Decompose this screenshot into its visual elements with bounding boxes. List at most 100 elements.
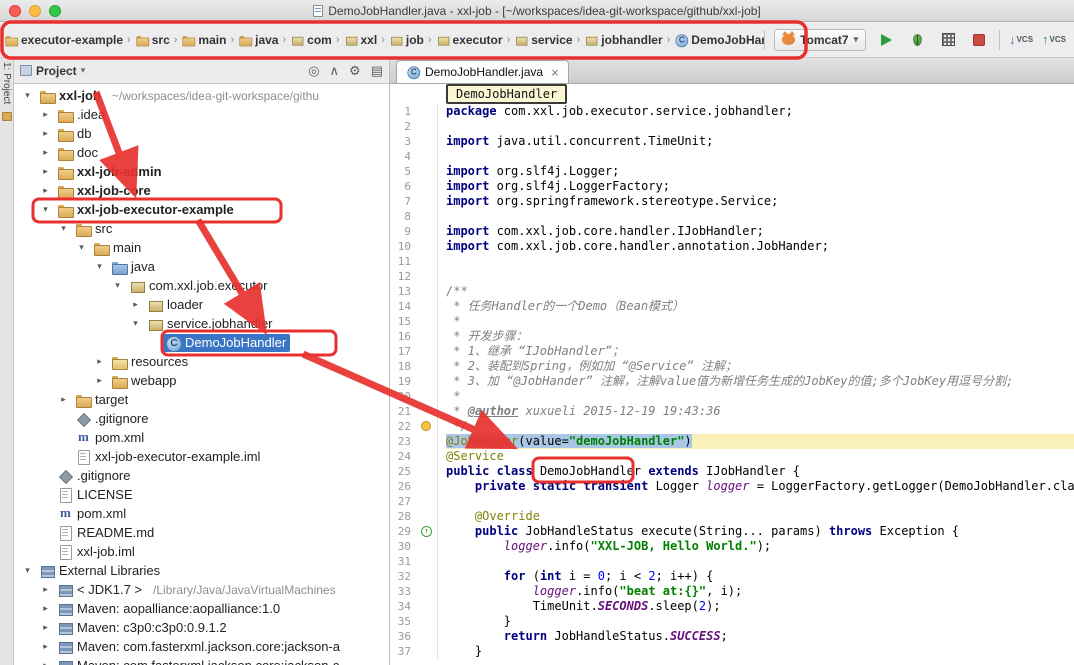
coverage-button[interactable]: [937, 29, 959, 51]
chevron-open-icon[interactable]: ▾: [128, 318, 143, 329]
tree-item-target[interactable]: ▸target: [14, 390, 389, 409]
tree-item-xxl-job-iml[interactable]: xxl-job.iml: [14, 542, 389, 561]
code-line[interactable]: 6import org.slf4j.LoggerFactory;: [390, 179, 1074, 194]
code-line[interactable]: 36 return JobHandleStatus.SUCCESS;: [390, 629, 1074, 644]
code-line[interactable]: 25public class DemoJobHandler extends IJ…: [390, 464, 1074, 479]
intention-bulb-icon[interactable]: [421, 421, 431, 431]
code-line[interactable]: 32 for (int i = 0; i < 2; i++) {: [390, 569, 1074, 584]
close-window-button[interactable]: [9, 5, 21, 17]
locate-file-button[interactable]: ◎: [308, 63, 319, 79]
chevron-closed-icon[interactable]: ▸: [38, 185, 53, 196]
chevron-closed-icon[interactable]: ▸: [128, 299, 143, 310]
vcs-commit-button[interactable]: ↑ VCS: [1042, 32, 1066, 47]
chevron-down-icon[interactable]: ▾: [81, 65, 86, 76]
tree-item-jdk1-7[interactable]: ▸< JDK1.7 >/Library/Java/JavaVirtualMach…: [14, 580, 389, 599]
chevron-open-icon[interactable]: ▾: [74, 242, 89, 253]
tree-item-readme-md[interactable]: README.md: [14, 523, 389, 542]
debug-button[interactable]: [906, 29, 928, 51]
code-line[interactable]: 27: [390, 494, 1074, 509]
tree-item-service-jobhandler[interactable]: ▾service.jobhandler: [14, 314, 389, 333]
chevron-closed-icon[interactable]: ▸: [38, 603, 53, 614]
run-button[interactable]: [875, 29, 897, 51]
editor[interactable]: DemoJobHandler 1package com.xxl.job.exec…: [390, 84, 1074, 665]
code-line[interactable]: 16 * 开发步骤：: [390, 329, 1074, 344]
chevron-open-icon[interactable]: ▾: [56, 223, 71, 234]
vcs-update-button[interactable]: ↓ VCS: [1009, 32, 1033, 47]
code-line[interactable]: 7import org.springframework.stereotype.S…: [390, 194, 1074, 209]
chevron-closed-icon[interactable]: ▸: [56, 394, 71, 405]
tree-item-loader[interactable]: ▸loader: [14, 295, 389, 314]
chevron-open-icon[interactable]: ▾: [92, 261, 107, 272]
code-line[interactable]: 22 */: [390, 419, 1074, 434]
tree-item-src[interactable]: ▾src: [14, 219, 389, 238]
tree-item-demojobhandler[interactable]: DemoJobHandler: [14, 333, 389, 352]
chevron-closed-icon[interactable]: ▸: [38, 641, 53, 652]
code-line[interactable]: 18 * 2、装配到Spring，例如加 “@Service” 注解；: [390, 359, 1074, 374]
code-line[interactable]: 33 logger.info("beat at:{}", i);: [390, 584, 1074, 599]
chevron-closed-icon[interactable]: ▸: [38, 584, 53, 595]
code-line[interactable]: 35 }: [390, 614, 1074, 629]
tree-item-license[interactable]: LICENSE: [14, 485, 389, 504]
tree-item-main[interactable]: ▾main: [14, 238, 389, 257]
run-config-selector[interactable]: Tomcat7 ▾: [774, 29, 866, 51]
project-tool-window-button[interactable]: 1: Project: [1, 62, 12, 104]
code-line[interactable]: 37 }: [390, 644, 1074, 659]
stop-button[interactable]: [968, 29, 990, 51]
code-line[interactable]: 9import com.xxl.job.core.handler.IJobHan…: [390, 224, 1074, 239]
breadcrumb-item[interactable]: service: [512, 31, 574, 49]
chevron-closed-icon[interactable]: ▸: [38, 166, 53, 177]
code-line[interactable]: 14 * 任务Handler的一个Demo（Bean模式）: [390, 299, 1074, 314]
tree-item-db[interactable]: ▸db: [14, 124, 389, 143]
breadcrumb-item[interactable]: java: [236, 31, 280, 49]
tree-item-idea[interactable]: ▸.idea: [14, 105, 389, 124]
tree-item-xxl-job-admin[interactable]: ▸xxl-job-admin: [14, 162, 389, 181]
tree-item-maven-com-fasterxml-jackson-core-jackson-a[interactable]: ▸Maven: com.fasterxml.jackson.core:jacks…: [14, 637, 389, 656]
tree-item-xxl-job-core[interactable]: ▸xxl-job-core: [14, 181, 389, 200]
project-panel-title[interactable]: Project: [36, 64, 77, 78]
breadcrumb-item[interactable]: jobhandler: [582, 31, 664, 49]
tree-item-pom-xml[interactable]: pom.xml: [14, 504, 389, 523]
code-line[interactable]: 12: [390, 269, 1074, 284]
breadcrumb-item[interactable]: executor-example: [2, 31, 125, 49]
code-line[interactable]: 10import com.xxl.job.core.handler.annota…: [390, 239, 1074, 254]
override-method-icon[interactable]: [421, 526, 432, 537]
breadcrumb-item[interactable]: xxl: [342, 31, 380, 49]
code-line[interactable]: 24@Service: [390, 449, 1074, 464]
tree-item-xxl-job-executor-example-iml[interactable]: xxl-job-executor-example.iml: [14, 447, 389, 466]
breadcrumb-item[interactable]: com: [288, 31, 334, 49]
settings-gear-button[interactable]: ⚙: [349, 63, 361, 79]
chevron-closed-icon[interactable]: ▸: [92, 356, 107, 367]
breadcrumb-item[interactable]: main: [179, 31, 228, 49]
code-line[interactable]: 13/**: [390, 284, 1074, 299]
tree-item-maven-aopalliance-aopalliance-1-0[interactable]: ▸Maven: aopalliance:aopalliance:1.0: [14, 599, 389, 618]
tree-item-gitignore[interactable]: .gitignore: [14, 466, 389, 485]
chevron-open-icon[interactable]: ▾: [38, 204, 53, 215]
tree-item-gitignore[interactable]: .gitignore: [14, 409, 389, 428]
chevron-closed-icon[interactable]: ▸: [38, 622, 53, 633]
tree-item-maven-com-fasterxml-jackson-core-jackson-c[interactable]: ▸Maven: com.fasterxml.jackson.core:jacks…: [14, 656, 389, 665]
chevron-closed-icon[interactable]: ▸: [38, 147, 53, 158]
chevron-open-icon[interactable]: ▾: [20, 565, 35, 576]
code-line[interactable]: 21 * @author xuxueli 2015-12-19 19:43:36: [390, 404, 1074, 419]
code-line[interactable]: 19 * 3、加 “@JobHander” 注解，注解value值为新增任务生成…: [390, 374, 1074, 389]
tree-item-java[interactable]: ▾java: [14, 257, 389, 276]
code-line[interactable]: 20 *: [390, 389, 1074, 404]
tree-item-xxl-job-executor-example[interactable]: ▾xxl-job-executor-example: [14, 200, 389, 219]
breadcrumb-item[interactable]: job: [387, 31, 426, 49]
code-line[interactable]: 30 logger.info("XXL-JOB, Hello World.");: [390, 539, 1074, 554]
tree-item-pom-xml[interactable]: pom.xml: [14, 428, 389, 447]
code-line[interactable]: 28 @Override: [390, 509, 1074, 524]
tree-item-resources[interactable]: ▸resources: [14, 352, 389, 371]
tool-window-icon[interactable]: [2, 112, 12, 121]
code-line[interactable]: 2: [390, 119, 1074, 134]
code-line[interactable]: 26 private static transient Logger logge…: [390, 479, 1074, 494]
code-line[interactable]: 31: [390, 554, 1074, 569]
tab-demojobhandler[interactable]: DemoJobHandler.java ×: [396, 60, 569, 83]
collapse-all-button[interactable]: ∧: [330, 63, 340, 79]
code-line[interactable]: 1package com.xxl.job.executor.service.jo…: [390, 104, 1074, 119]
chevron-closed-icon[interactable]: ▸: [38, 128, 53, 139]
breadcrumb-item[interactable]: executor: [434, 31, 505, 49]
code-line[interactable]: 3import java.util.concurrent.TimeUnit;: [390, 134, 1074, 149]
chevron-closed-icon[interactable]: ▸: [92, 375, 107, 386]
minimize-window-button[interactable]: [29, 5, 41, 17]
